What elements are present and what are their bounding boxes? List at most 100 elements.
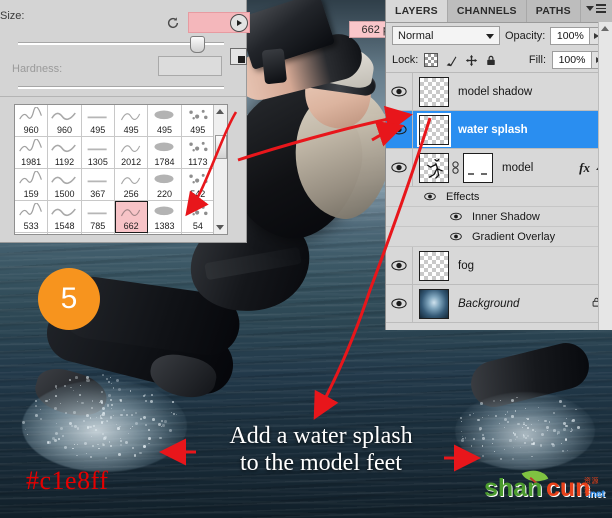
layer-thumbnail[interactable] (419, 115, 449, 145)
splash-droplet (40, 418, 42, 420)
brush-preset-solid-round[interactable] (48, 233, 81, 235)
layer-row-water-splash[interactable]: water splash (386, 111, 612, 149)
brush-preset-495[interactable]: 495 (182, 105, 215, 137)
lock-image-icon[interactable] (445, 54, 458, 67)
brush-preset-159[interactable]: 159 (15, 169, 48, 201)
brush-preset-662[interactable]: 662 (115, 201, 148, 233)
splash-droplet (102, 374, 104, 376)
brush-preset-54[interactable]: 54 (182, 201, 215, 233)
effects-group-row[interactable]: Effects (386, 187, 612, 207)
slider-thumb[interactable] (190, 36, 205, 53)
splash-droplet (492, 438, 494, 440)
lock-position-icon[interactable] (465, 54, 478, 67)
tab-paths[interactable]: PATHS (527, 0, 581, 22)
brush-preset-speckle[interactable] (15, 233, 48, 235)
eye-icon[interactable] (448, 232, 464, 241)
layer-row-fog[interactable]: fog (386, 247, 612, 285)
brush-preset-1173[interactable]: 1173 (182, 137, 215, 169)
eye-icon[interactable] (386, 285, 413, 322)
scroll-up-icon[interactable] (216, 109, 224, 114)
layer-row-background[interactable]: Background (386, 285, 612, 323)
brush-hardness-field[interactable] (158, 56, 222, 76)
layer-thumbnail[interactable] (419, 289, 449, 319)
brush-preset-785[interactable]: 785 (82, 201, 115, 233)
brush-preset-542[interactable]: 542 (182, 169, 215, 201)
layers-panel[interactable]: LAYERS CHANNELS PATHS Normal Opacity: 10… (385, 0, 612, 330)
brush-preset-1383[interactable]: 1383 (148, 201, 181, 233)
reset-arrow-icon[interactable] (166, 16, 180, 30)
eye-icon[interactable] (386, 247, 413, 284)
brush-preset-367[interactable]: 367 (82, 169, 115, 201)
splash-droplet (110, 377, 111, 378)
brush-preset-size: 1784 (154, 157, 174, 168)
layer-thumbnail[interactable] (419, 153, 449, 183)
brush-preset-220[interactable]: 220 (148, 169, 181, 201)
brush-preset-panel[interactable]: Size: 662 px Hardness: 960 960 495 495 495 49… (0, 0, 247, 243)
brush-preset-hatch-line-2[interactable] (182, 233, 215, 235)
splash-droplet (91, 407, 92, 408)
brush-preset-size: 220 (157, 189, 172, 200)
blend-mode-select[interactable]: Normal (392, 26, 500, 45)
fill-value[interactable]: 100% (552, 51, 592, 69)
splash-droplet (525, 437, 526, 438)
eye-icon[interactable] (448, 212, 464, 221)
brush-preset-grid[interactable]: 960 960 495 495 495 495 1981 1192 1305 2012 1784 11… (14, 104, 228, 235)
eye-icon[interactable] (386, 73, 413, 110)
layer-mask-thumbnail[interactable] (463, 153, 493, 183)
layer-effects-fx-icon[interactable]: fx (579, 160, 590, 176)
brush-preset-495[interactable]: 495 (115, 105, 148, 137)
eye-icon[interactable] (422, 192, 438, 201)
brush-tip-icon (51, 171, 77, 188)
brush-preset-960[interactable]: 960 (48, 105, 81, 137)
layer-row-model[interactable]: model fx (386, 149, 612, 187)
lock-transparency-icon[interactable] (424, 53, 438, 67)
eye-icon[interactable] (386, 111, 413, 148)
opacity-value[interactable]: 100% (550, 27, 590, 45)
brush-preset-hatch-line[interactable] (148, 233, 181, 235)
eye-icon[interactable] (386, 149, 413, 186)
link-mask-icon[interactable] (451, 161, 460, 175)
brush-preset-square[interactable] (82, 233, 115, 235)
splash-droplet (113, 387, 114, 388)
brush-preset-256[interactable]: 256 (115, 169, 148, 201)
brush-tip-icon (18, 203, 44, 220)
effect-row-gradient-overlay[interactable]: Gradient Overlay (386, 227, 612, 247)
brush-preset-960[interactable]: 960 (15, 105, 48, 137)
layer-row-model-shadow[interactable]: model shadow (386, 73, 612, 111)
brush-hardness-slider[interactable] (18, 84, 224, 90)
splash-droplet (172, 401, 174, 403)
layer-list[interactable]: model shadow water splash model fx Effects In… (386, 73, 612, 323)
scroll-down-icon[interactable] (216, 225, 224, 230)
tab-layers[interactable]: LAYERS (386, 0, 448, 22)
tab-channels[interactable]: CHANNELS (448, 0, 527, 22)
splash-droplet (97, 444, 98, 445)
layer-thumbnail[interactable] (419, 251, 449, 281)
layer-name: water splash (458, 124, 612, 136)
brush-preset-533[interactable]: 533 (15, 201, 48, 233)
new-brush-preset-icon[interactable] (230, 48, 247, 65)
play-arrow-icon[interactable] (230, 14, 248, 32)
scroll-up-icon[interactable] (601, 26, 609, 31)
brush-preset-size: 2012 (121, 157, 141, 168)
effect-row-inner-shadow[interactable]: Inner Shadow (386, 207, 612, 227)
brush-preset-1981[interactable]: 1981 (15, 137, 48, 169)
brush-preset-495[interactable]: 495 (148, 105, 181, 137)
brush-preset-soft-round[interactable] (115, 233, 148, 235)
brush-preset-1305[interactable]: 1305 (82, 137, 115, 169)
brush-preset-1500[interactable]: 1500 (48, 169, 81, 201)
brush-preset-495[interactable]: 495 (82, 105, 115, 137)
lock-all-icon[interactable] (485, 54, 497, 67)
layer-thumbnail[interactable] (419, 77, 449, 107)
brush-preset-1548[interactable]: 1548 (48, 201, 81, 233)
scrollbar-thumb[interactable] (215, 135, 227, 159)
brush-size-slider[interactable] (18, 36, 224, 50)
splash-droplet (35, 414, 38, 417)
layers-panel-scrollbar[interactable] (598, 22, 612, 330)
splash-droplet (103, 421, 104, 422)
brush-preset-1192[interactable]: 1192 (48, 137, 81, 169)
brush-preset-2012[interactable]: 2012 (115, 137, 148, 169)
opacity-control[interactable]: 100% (550, 27, 604, 45)
brush-preset-1784[interactable]: 1784 (148, 137, 181, 169)
brush-grid-scrollbar[interactable] (213, 105, 227, 234)
panel-menu-icon[interactable] (586, 4, 606, 13)
